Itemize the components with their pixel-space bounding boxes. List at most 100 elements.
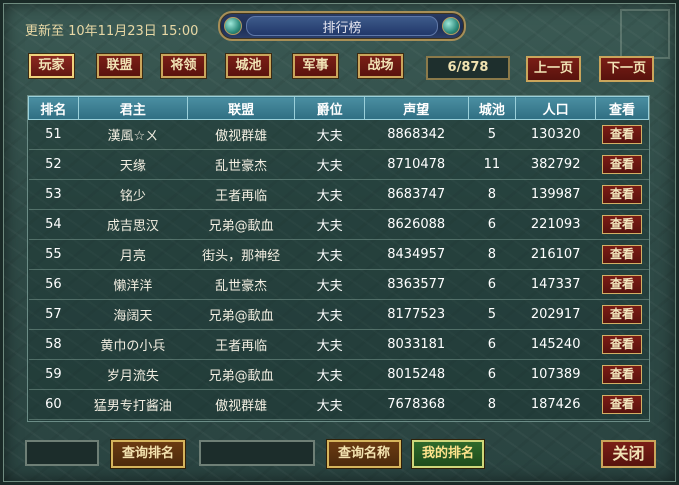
view-button[interactable]: 查看 xyxy=(602,155,643,174)
cities-cell: 6 xyxy=(468,269,516,300)
cities-cell: 11 xyxy=(468,149,516,180)
alliance-cell: 傲视群雄 xyxy=(187,389,295,420)
prestige-cell: 8033181 xyxy=(364,329,469,360)
view-button[interactable]: 查看 xyxy=(602,365,643,384)
title-cell: 大夫 xyxy=(294,239,365,270)
tab-players[interactable]: 玩家 xyxy=(29,54,74,78)
population-cell: 139987 xyxy=(515,179,596,210)
view-button[interactable]: 查看 xyxy=(602,185,643,204)
col-population: 人口 xyxy=(515,96,597,120)
title-cell: 大夫 xyxy=(294,119,365,150)
col-view: 查看 xyxy=(595,96,649,120)
view-button[interactable]: 查看 xyxy=(602,125,643,144)
view-cell: 查看 xyxy=(595,209,649,240)
title-cell: 大夫 xyxy=(294,269,365,300)
prestige-cell: 8434957 xyxy=(364,239,469,270)
view-button[interactable]: 查看 xyxy=(602,395,643,414)
lord-cell: 岁月流失 xyxy=(78,359,188,390)
rank-cell: 55 xyxy=(28,239,79,270)
tab-military[interactable]: 军事 xyxy=(293,54,338,78)
rank-cell: 57 xyxy=(28,299,79,330)
view-cell: 查看 xyxy=(595,119,649,150)
rank-cell: 52 xyxy=(28,149,79,180)
title-bar: 排行榜 xyxy=(218,11,466,41)
prestige-cell: 8015248 xyxy=(364,359,469,390)
alliance-cell: 街头，那神经 xyxy=(187,239,295,270)
view-button[interactable]: 查看 xyxy=(602,335,643,354)
view-button[interactable]: 查看 xyxy=(602,305,643,324)
prestige-cell: 7678368 xyxy=(364,389,469,420)
lord-cell: 漢風☆ㄨ xyxy=(78,119,188,150)
rank-cell: 59 xyxy=(28,359,79,390)
lord-cell: 成吉思汉 xyxy=(78,209,188,240)
view-cell: 查看 xyxy=(595,329,649,360)
tab-cities[interactable]: 城池 xyxy=(226,54,271,78)
query-rank-button[interactable]: 查询排名 xyxy=(111,440,185,468)
tab-battlefield[interactable]: 战场 xyxy=(358,54,403,78)
table-row: 52 天缘 乱世豪杰 大夫 8710478 11 382792 查看 xyxy=(28,149,649,180)
prestige-cell: 8683747 xyxy=(364,179,469,210)
query-name-button[interactable]: 查询名称 xyxy=(327,440,401,468)
table-row: 54 成吉思汉 兄弟@歃血 大夫 8626088 6 221093 查看 xyxy=(28,209,649,240)
cities-cell: 8 xyxy=(468,389,516,420)
view-cell: 查看 xyxy=(595,239,649,270)
population-cell: 107389 xyxy=(515,359,596,390)
table-row: 59 岁月流失 兄弟@歃血 大夫 8015248 6 107389 查看 xyxy=(28,359,649,390)
cities-cell: 5 xyxy=(468,299,516,330)
lord-cell: 黄巾の小兵 xyxy=(78,329,188,360)
alliance-cell: 兄弟@歃血 xyxy=(187,359,295,390)
cities-cell: 5 xyxy=(468,119,516,150)
update-time: 更新至 10年11月23日 15:00 xyxy=(25,24,199,39)
table-row: 51 漢風☆ㄨ 傲视群雄 大夫 8868342 5 130320 查看 xyxy=(28,119,649,150)
prev-page-button[interactable]: 上一页 xyxy=(526,56,581,82)
col-cities: 城池 xyxy=(467,96,517,120)
population-cell: 221093 xyxy=(515,209,596,240)
close-button[interactable]: 关闭 xyxy=(601,440,656,468)
prestige-cell: 8710478 xyxy=(364,149,469,180)
alliance-cell: 傲视群雄 xyxy=(187,119,295,150)
my-rank-button[interactable]: 我的排名 xyxy=(412,440,484,468)
cities-cell: 6 xyxy=(468,359,516,390)
lord-cell: 天缘 xyxy=(78,149,188,180)
alliance-cell: 王者再临 xyxy=(187,329,295,360)
lord-cell: 铭少 xyxy=(78,179,188,210)
alliance-cell: 乱世豪杰 xyxy=(187,269,295,300)
name-query-input[interactable] xyxy=(199,440,315,466)
table-row: 53 铭少 王者再临 大夫 8683747 8 139987 查看 xyxy=(28,179,649,210)
page-indicator: 6/878 xyxy=(426,56,510,80)
rank-cell: 58 xyxy=(28,329,79,360)
title-cell: 大夫 xyxy=(294,179,365,210)
population-cell: 187426 xyxy=(515,389,596,420)
population-cell: 145240 xyxy=(515,329,596,360)
view-button[interactable]: 查看 xyxy=(602,275,643,294)
next-page-button[interactable]: 下一页 xyxy=(599,56,654,82)
view-cell: 查看 xyxy=(595,149,649,180)
view-button[interactable]: 查看 xyxy=(602,245,643,264)
col-rank: 排名 xyxy=(28,96,79,120)
col-title: 爵位 xyxy=(294,96,365,120)
rank-cell: 51 xyxy=(28,119,79,150)
lord-cell: 海阔天 xyxy=(78,299,188,330)
tab-alliances[interactable]: 联盟 xyxy=(97,54,142,78)
title-cell: 大夫 xyxy=(294,209,365,240)
lord-cell: 懒洋洋 xyxy=(78,269,188,300)
title-cell: 大夫 xyxy=(294,359,365,390)
title-cell: 大夫 xyxy=(294,299,365,330)
rank-query-input[interactable] xyxy=(25,440,99,466)
cities-cell: 6 xyxy=(468,329,516,360)
alliance-cell: 王者再临 xyxy=(187,179,295,210)
tab-generals[interactable]: 将领 xyxy=(161,54,206,78)
cities-cell: 6 xyxy=(468,209,516,240)
rank-cell: 53 xyxy=(28,179,79,210)
rank-cell: 56 xyxy=(28,269,79,300)
ranking-window: 更新至 10年11月23日 15:00 排行榜 玩家 联盟 将领 城池 军事 战… xyxy=(0,0,679,485)
view-button[interactable]: 查看 xyxy=(602,215,643,234)
prestige-cell: 8363577 xyxy=(364,269,469,300)
lord-cell: 月亮 xyxy=(78,239,188,270)
col-prestige: 声望 xyxy=(363,96,469,120)
population-cell: 382792 xyxy=(515,149,596,180)
view-cell: 查看 xyxy=(595,269,649,300)
title-cell: 大夫 xyxy=(294,329,365,360)
view-cell: 查看 xyxy=(595,299,649,330)
prestige-cell: 8868342 xyxy=(364,119,469,150)
